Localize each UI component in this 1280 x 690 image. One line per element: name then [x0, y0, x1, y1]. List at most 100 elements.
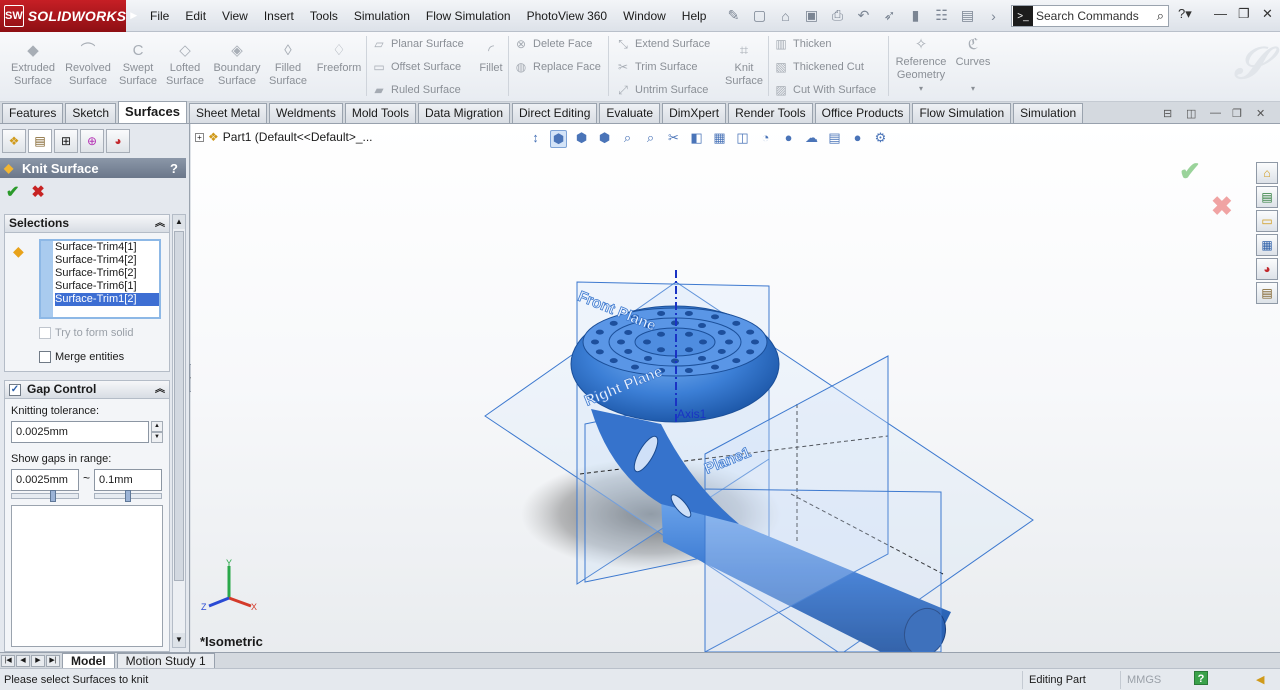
menu-file[interactable]: File: [142, 0, 177, 32]
doc-restore-icon[interactable]: ❐: [1232, 107, 1242, 120]
replace-face-button[interactable]: ◍ Replace Face: [514, 60, 601, 74]
doc-close-icon[interactable]: ✕: [1256, 107, 1265, 120]
scroll-down-icon[interactable]: ▼: [173, 633, 185, 647]
surface-selection-list[interactable]: Surface-Trim4[1] Surface-Trim4[2] Surfac…: [39, 239, 161, 319]
delete-face-button[interactable]: ⊗ Delete Face: [514, 37, 592, 51]
menu-flow-simulation[interactable]: Flow Simulation: [418, 0, 519, 32]
slider-thumb[interactable]: [50, 490, 56, 502]
help-button[interactable]: ?: [170, 161, 178, 176]
spin-up-icon[interactable]: ▲: [151, 421, 163, 432]
tab-evaluate[interactable]: Evaluate: [599, 103, 661, 123]
options-icon[interactable]: ▤: [958, 7, 976, 24]
tile-vertical-icon[interactable]: ◫: [1186, 107, 1196, 120]
curves-button[interactable]: ℭ Curves ▾: [952, 36, 994, 95]
feature-manager-tab-icon[interactable]: ❖: [2, 129, 26, 153]
scroll-thumb[interactable]: [174, 231, 184, 581]
extruded-surface-button[interactable]: ◆ Extruded Surface: [8, 42, 58, 88]
fillet-button[interactable]: ◜ Fillet: [474, 42, 508, 75]
undo-icon[interactable]: ↶: [854, 7, 872, 24]
knit-surface-button[interactable]: ⌗ Knit Surface: [722, 42, 766, 88]
view-palette-icon[interactable]: ▦: [1256, 234, 1278, 256]
lofted-surface-button[interactable]: ◇ Lofted Surface: [162, 42, 208, 88]
select-icon[interactable]: ➶: [880, 7, 898, 24]
reference-geometry-button[interactable]: ✧ Reference Geometry ▾: [892, 36, 950, 95]
restore-icon[interactable]: ❐: [1238, 6, 1250, 22]
last-tab-icon[interactable]: ▶|: [46, 654, 60, 667]
search-commands-box[interactable]: >_ Search Commands ⌕: [1011, 5, 1169, 27]
tab-office-products[interactable]: Office Products: [814, 103, 911, 123]
tab-flow-simulation[interactable]: Flow Simulation: [912, 103, 1012, 123]
merge-entities-option[interactable]: Merge entities: [39, 351, 124, 363]
collapse-chevron-icon[interactable]: ︽: [155, 381, 165, 398]
freeform-button[interactable]: ♢ Freeform: [314, 42, 364, 75]
gap-min-slider[interactable]: [11, 490, 79, 502]
gap-control-checkbox[interactable]: ✓: [9, 383, 21, 396]
first-tab-icon[interactable]: |◀: [1, 654, 15, 667]
thickened-cut-button[interactable]: ▧ Thickened Cut: [774, 60, 864, 74]
spin-down-icon[interactable]: ▼: [151, 432, 163, 443]
tab-model[interactable]: Model: [62, 652, 115, 669]
selections-header[interactable]: Selections ︽: [5, 215, 169, 233]
search-input[interactable]: Search Commands: [1036, 9, 1139, 23]
gap-range-min-input[interactable]: 0.0025mm: [11, 469, 79, 491]
custom-properties-icon[interactable]: ▤: [1256, 282, 1278, 304]
scroll-up-icon[interactable]: ▲: [173, 215, 185, 229]
menu-tools[interactable]: Tools: [302, 0, 346, 32]
tab-direct-editing[interactable]: Direct Editing: [512, 103, 598, 123]
gap-max-slider[interactable]: [94, 490, 162, 502]
collapse-chevron-icon[interactable]: ︽: [155, 215, 165, 232]
revolved-surface-button[interactable]: ⌒ Revolved Surface: [62, 42, 114, 88]
panel-scrollbar[interactable]: ▲ ▼: [172, 214, 186, 648]
design-library-icon[interactable]: ▤: [1256, 186, 1278, 208]
knitting-tolerance-input[interactable]: 0.0025mm: [11, 421, 149, 443]
offset-surface-button[interactable]: ▭ Offset Surface: [372, 60, 461, 74]
rebuild-icon[interactable]: ▮: [906, 7, 924, 24]
extend-surface-button[interactable]: ⤡ Extend Surface: [616, 37, 710, 51]
display-manager-tab-icon[interactable]: ◕: [106, 129, 130, 153]
menu-edit[interactable]: Edit: [177, 0, 214, 32]
swept-surface-button[interactable]: C Swept Surface: [116, 42, 160, 88]
tab-data-migration[interactable]: Data Migration: [417, 103, 511, 123]
gap-range-max-input[interactable]: 0.1mm: [94, 469, 162, 491]
appearances-icon[interactable]: ◕: [1256, 258, 1278, 280]
filled-surface-button[interactable]: ◊ Filled Surface: [266, 42, 310, 88]
boundary-surface-button[interactable]: ◈ Boundary Surface: [210, 42, 264, 88]
configuration-manager-tab-icon[interactable]: ⊞: [54, 129, 78, 153]
close-icon[interactable]: ✕: [1262, 6, 1273, 22]
tab-simulation[interactable]: Simulation: [1013, 103, 1084, 123]
untrim-surface-button[interactable]: ⤢ Untrim Surface: [616, 83, 708, 97]
tab-features[interactable]: Features: [2, 103, 64, 123]
menu-photoview[interactable]: PhotoView 360: [519, 0, 616, 32]
solidworks-resources-icon[interactable]: ⌂: [1256, 162, 1278, 184]
tab-sheet-metal[interactable]: Sheet Metal: [188, 103, 268, 123]
search-icon[interactable]: ⌕: [1157, 8, 1164, 24]
ruled-surface-button[interactable]: ▰ Ruled Surface: [372, 83, 460, 97]
more-icon[interactable]: ›: [984, 8, 1002, 24]
dimxpert-manager-tab-icon[interactable]: ⊕: [80, 129, 104, 153]
try-form-solid-checkbox[interactable]: [39, 327, 51, 339]
try-form-solid-option[interactable]: Try to form solid: [39, 327, 133, 339]
tab-motion-study-1[interactable]: Motion Study 1: [116, 652, 215, 669]
pin-icon[interactable]: ✎: [724, 7, 742, 24]
next-tab-icon[interactable]: ▶: [31, 654, 45, 667]
file-properties-icon[interactable]: ☷: [932, 7, 950, 24]
tab-render-tools[interactable]: Render Tools: [728, 103, 813, 123]
units-status[interactable]: MMGS: [1120, 671, 1167, 689]
tab-sketch[interactable]: Sketch: [65, 103, 117, 123]
tab-dimxpert[interactable]: DimXpert: [662, 103, 727, 123]
list-item-selected[interactable]: Surface-Trim1[2]: [55, 293, 159, 306]
solidworks-logo[interactable]: SW SOLIDWORKS ▶: [0, 0, 137, 32]
new-document-icon[interactable]: ▢: [750, 7, 768, 24]
property-manager-tab-icon[interactable]: ▤: [28, 129, 52, 153]
tab-mold-tools[interactable]: Mold Tools: [344, 103, 416, 123]
ok-button[interactable]: ✔: [6, 182, 19, 202]
trim-surface-button[interactable]: ✂ Trim Surface: [616, 60, 698, 74]
graphics-area[interactable]: + ❖ Part1 (Default<<Default>_... ↕ ⬢ ⬢ ⬢…: [191, 124, 1280, 652]
cancel-button[interactable]: ✖: [31, 182, 44, 202]
tab-weldments[interactable]: Weldments: [269, 103, 343, 123]
doc-minimize-icon[interactable]: —: [1210, 107, 1221, 119]
print-icon[interactable]: ⎙: [828, 7, 846, 24]
menu-window[interactable]: Window: [615, 0, 674, 32]
thicken-button[interactable]: ▥ Thicken: [774, 37, 831, 51]
list-item[interactable]: Surface-Trim4[1]: [55, 241, 159, 254]
